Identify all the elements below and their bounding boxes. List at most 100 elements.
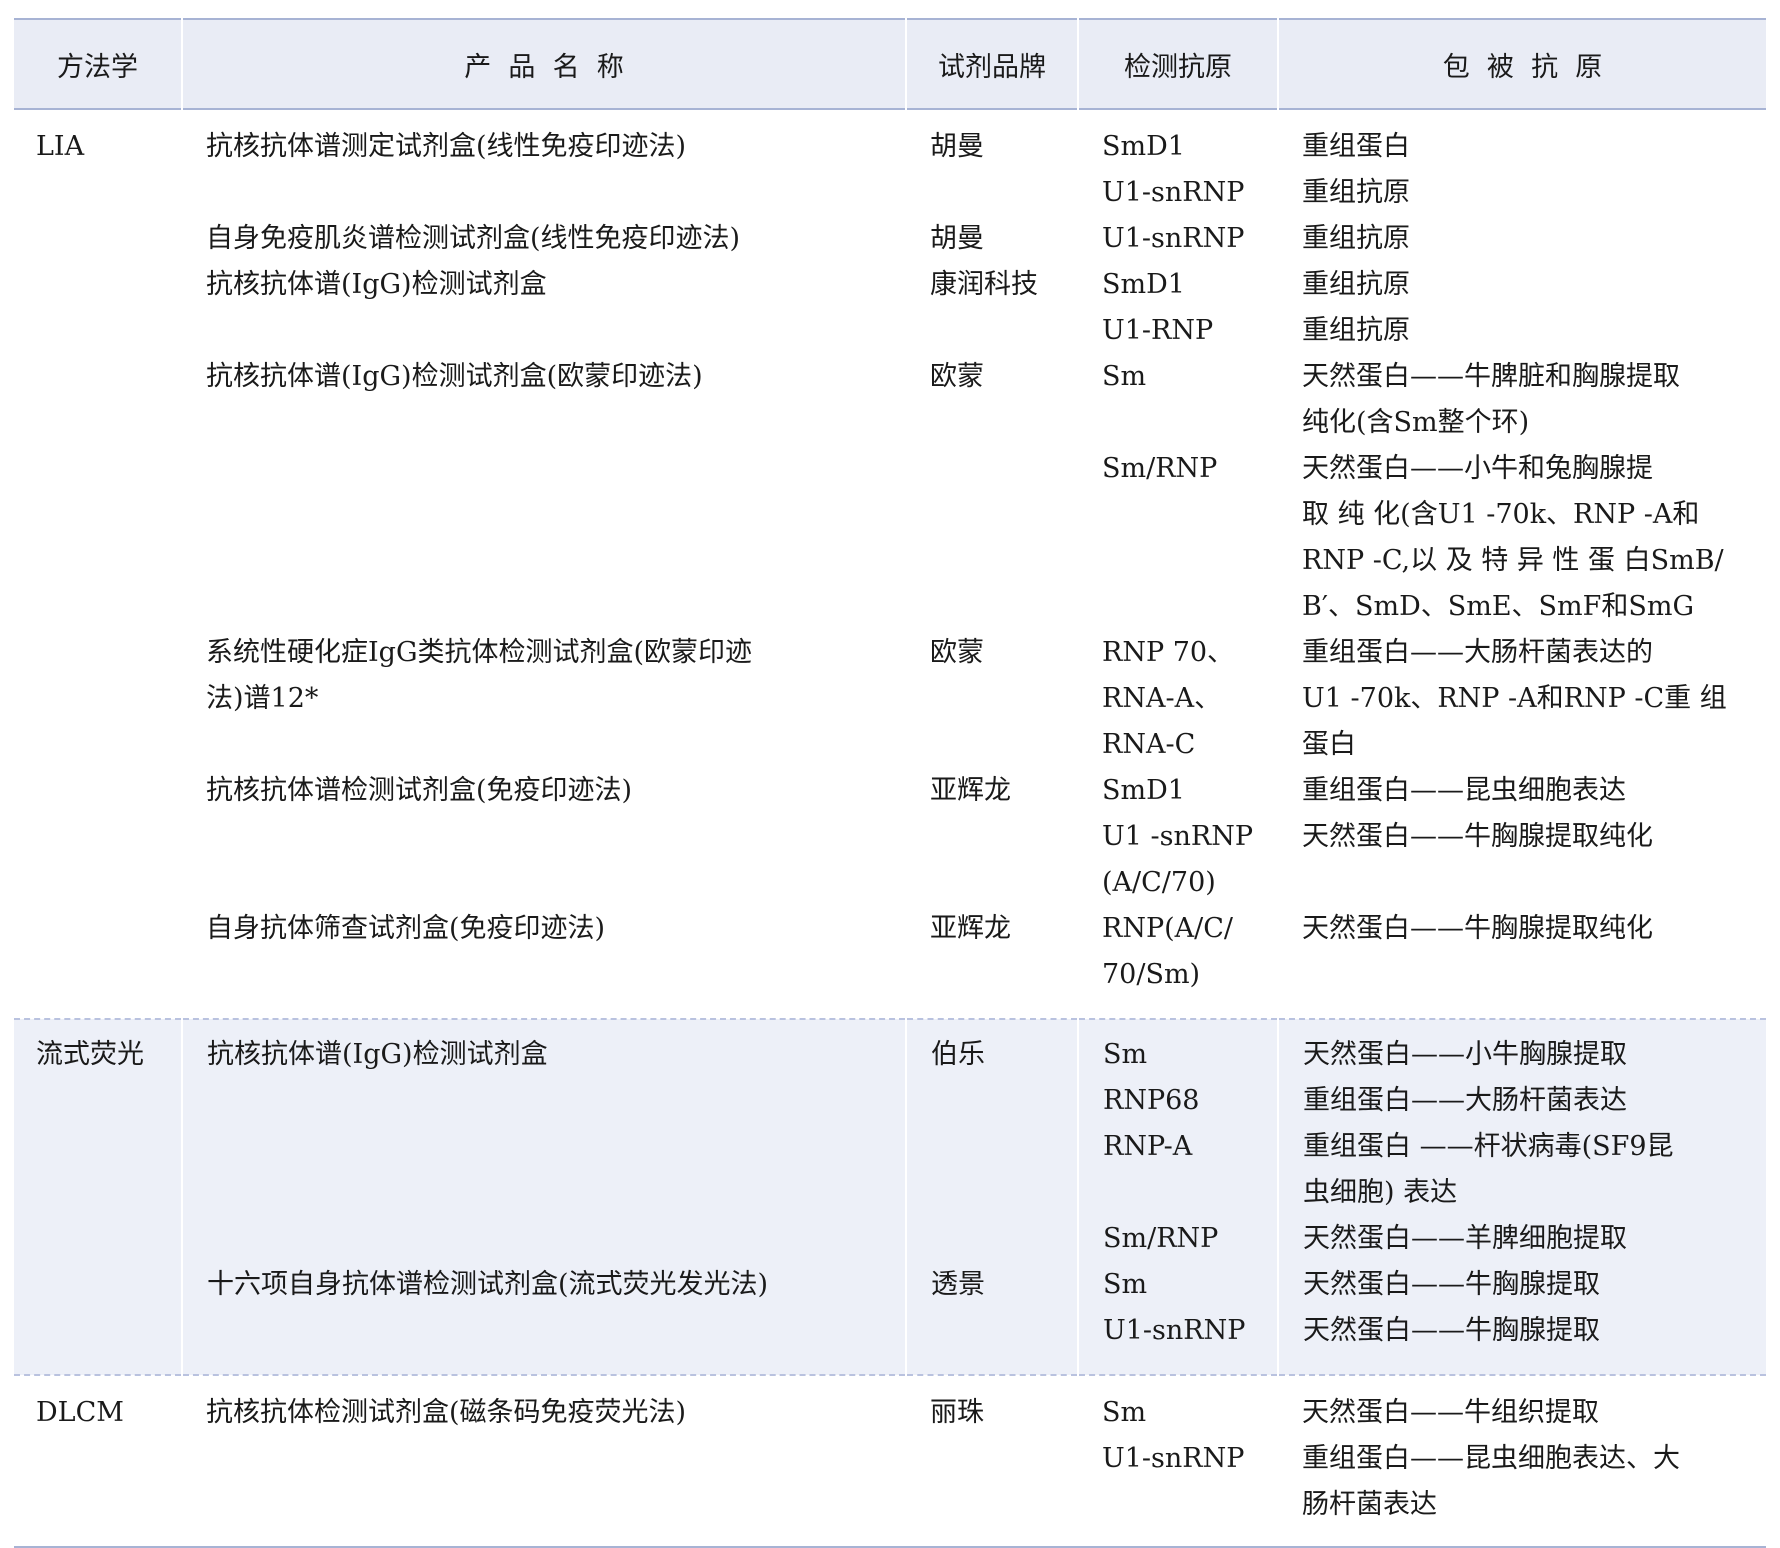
- cell-line: 取 纯 化(含U1 -70k、RNP -A和: [1302, 499, 1700, 530]
- header-product-name: 产 品 名 称: [182, 19, 907, 109]
- cell-line: 天然蛋白——牛胸腺提取纯化: [1302, 913, 1653, 944]
- antigen-table-container: 方法学 产 品 名 称 试剂品牌 检测抗原 包 被 抗 原 LIA 抗核抗体谱测…: [14, 18, 1766, 1548]
- cell-line: [930, 492, 1066, 538]
- cell-line: 重组抗原: [1302, 177, 1410, 208]
- cell-line: U1-snRNP: [1102, 223, 1245, 254]
- table-row-lia: LIA 抗核抗体谱测定试剂盒(线性免疫印迹法) 自身免疫肌炎谱检测试剂盒(线性免疫…: [14, 109, 1766, 1019]
- cell-line: 纯化(含Sm整个环): [1302, 407, 1530, 438]
- product-cell: 抗核抗体谱测定试剂盒(线性免疫印迹法) 自身免疫肌炎谱检测试剂盒(线性免疫印迹法)…: [182, 109, 906, 1019]
- cell-line: 天然蛋白——小牛胸腺提取: [1303, 1039, 1627, 1070]
- cell-line: [206, 308, 894, 354]
- cell-line: [207, 1124, 893, 1170]
- cell-line: U1-RNP: [1102, 315, 1214, 346]
- cell-line: RNP(A/C/: [1102, 913, 1234, 944]
- product-cell: 抗核抗体谱(IgG)检测试剂盒十六项自身抗体谱检测试剂盒(流式荧光发光法): [182, 1019, 907, 1375]
- cell-line: SmD1: [1102, 775, 1185, 806]
- cell-line: 伯乐: [931, 1039, 985, 1070]
- cell-line: [1302, 860, 1754, 906]
- table-header-row: 方法学 产 品 名 称 试剂品牌 检测抗原 包 被 抗 原: [14, 19, 1766, 109]
- cell-line: 亚辉龙: [930, 775, 1011, 806]
- cell-line: [1102, 584, 1266, 630]
- cell-line: 天然蛋白——牛胸腺提取: [1303, 1269, 1600, 1300]
- cell-line: [1102, 400, 1266, 446]
- cell-line: 70/Sm): [1102, 959, 1201, 990]
- cell-line: U1-snRNP: [1103, 1315, 1246, 1346]
- cell-line: 欧蒙: [930, 637, 984, 668]
- cell-line: 法)谱12*: [206, 683, 319, 714]
- cell-line: 天然蛋白——牛胸腺提取: [1303, 1315, 1600, 1346]
- cell-line: [930, 446, 1066, 492]
- cell-line: [206, 722, 894, 768]
- cell-line: 蛋白: [1302, 729, 1356, 760]
- cell-line: Sm/RNP: [1102, 453, 1218, 484]
- cell-line: U1-snRNP: [1102, 177, 1245, 208]
- antigen-reagent-table: 方法学 产 品 名 称 试剂品牌 检测抗原 包 被 抗 原 LIA 抗核抗体谱测…: [14, 18, 1766, 1548]
- cell-line: [931, 1216, 1065, 1262]
- cell-line: Sm: [1103, 1039, 1148, 1070]
- cell-line: 虫细胞) 表达: [1303, 1177, 1458, 1208]
- cell-line: [206, 538, 894, 584]
- cell-line: 欧蒙: [930, 361, 984, 392]
- cell-line: 重组抗原: [1302, 315, 1410, 346]
- cell-line: 胡曼: [930, 223, 984, 254]
- cell-line: 重组蛋白——昆虫细胞表达: [1302, 775, 1626, 806]
- cell-line: 天然蛋白——牛脾脏和胸腺提取: [1302, 361, 1680, 392]
- cell-line: RNP -C,以 及 特 异 性 蛋 白SmB/: [1302, 545, 1724, 576]
- method-cell: DLCM: [36, 1397, 124, 1428]
- cell-line: 重组蛋白: [1302, 131, 1410, 162]
- cell-line: 肠杆菌表达: [1302, 1489, 1437, 1520]
- cell-line: [206, 584, 894, 630]
- cell-line: U1 -70k、RNP -A和RNP -C重 组: [1302, 683, 1727, 714]
- cell-line: Sm: [1102, 1397, 1147, 1428]
- cell-line: 自身抗体筛查试剂盒(免疫印迹法): [206, 913, 606, 944]
- cell-line: RNP 70、: [1102, 637, 1235, 668]
- cell-line: 重组蛋白——昆虫细胞表达、大: [1302, 1443, 1680, 1474]
- cell-line: Sm: [1102, 361, 1147, 392]
- cell-line: SmD1: [1102, 269, 1185, 300]
- cell-line: 抗核抗体谱检测试剂盒(免疫印迹法): [206, 775, 633, 806]
- cell-line: [930, 400, 1066, 446]
- cell-line: 抗核抗体谱(IgG)检测试剂盒: [206, 269, 547, 300]
- antigen-cell: SmD1 U1-snRNP U1-snRNP SmD1 U1-RNP Sm Sm/RNP RN…: [1078, 109, 1278, 1019]
- brand-cell: 丽珠: [906, 1375, 1078, 1547]
- method-cell: LIA: [36, 131, 85, 162]
- cell-line: 抗核抗体谱测定试剂盒(线性免疫印迹法): [206, 131, 687, 162]
- cell-line: 十六项自身抗体谱检测试剂盒(流式荧光发光法): [207, 1269, 769, 1300]
- cell-line: 抗核抗体检测试剂盒(磁条码免疫荧光法): [206, 1397, 687, 1428]
- cell-line: 重组蛋白——大肠杆菌表达: [1303, 1085, 1627, 1116]
- cell-line: [930, 538, 1066, 584]
- cell-line: 天然蛋白——牛组织提取: [1302, 1397, 1599, 1428]
- cell-line: [206, 814, 894, 860]
- cell-line: RNP-A: [1103, 1131, 1193, 1162]
- cell-line: 抗核抗体谱(IgG)检测试剂盒(欧蒙印迹法): [206, 361, 703, 392]
- cell-line: 重组抗原: [1302, 223, 1410, 254]
- cell-line: 抗核抗体谱(IgG)检测试剂盒: [207, 1039, 548, 1070]
- cell-line: RNA-A、: [1102, 683, 1222, 714]
- product-cell: 抗核抗体检测试剂盒(磁条码免疫荧光法): [182, 1375, 906, 1547]
- cell-line: [207, 1078, 893, 1124]
- coating-cell: 重组蛋白 重组抗原 重组抗原 重组抗原 重组抗原 天然蛋白——牛脾脏和胸腺提取 纯化(含Sm…: [1278, 109, 1766, 1019]
- cell-line: [931, 1170, 1065, 1216]
- cell-line: 亚辉龙: [930, 913, 1011, 944]
- cell-line: 重组蛋白 ——杆状病毒(SF9昆: [1303, 1131, 1674, 1162]
- header-detection-antigen: 检测抗原: [1078, 19, 1279, 109]
- cell-line: U1-snRNP: [1102, 1443, 1245, 1474]
- cell-line: [206, 492, 894, 538]
- cell-line: 系统性硬化症IgG类抗体检测试剂盒(欧蒙印迹: [206, 637, 753, 668]
- cell-line: [206, 400, 894, 446]
- cell-line: [1102, 492, 1266, 538]
- cell-line: [206, 170, 894, 216]
- cell-line: [206, 446, 894, 492]
- coating-cell: 天然蛋白——牛组织提取重组蛋白——昆虫细胞表达、大 肠杆菌表达: [1278, 1375, 1766, 1547]
- cell-line: B′、SmD、SmE、SmF和SmG: [1302, 591, 1695, 622]
- antigen-cell: Sm RNP68 RNP-A Sm/RNP Sm U1-snRNP: [1078, 1019, 1279, 1375]
- cell-line: RNP68: [1103, 1085, 1200, 1116]
- header-reagent-brand: 试剂品牌: [906, 19, 1079, 109]
- antigen-cell: Sm U1-snRNP: [1078, 1375, 1278, 1547]
- cell-line: 胡曼: [930, 131, 984, 162]
- cell-line: Sm/RNP: [1103, 1223, 1219, 1254]
- cell-line: [930, 170, 1066, 216]
- cell-line: 天然蛋白——羊脾细胞提取: [1303, 1223, 1627, 1254]
- brand-cell: 伯乐 透景: [906, 1019, 1079, 1375]
- cell-line: 天然蛋白——牛胸腺提取纯化: [1302, 821, 1653, 852]
